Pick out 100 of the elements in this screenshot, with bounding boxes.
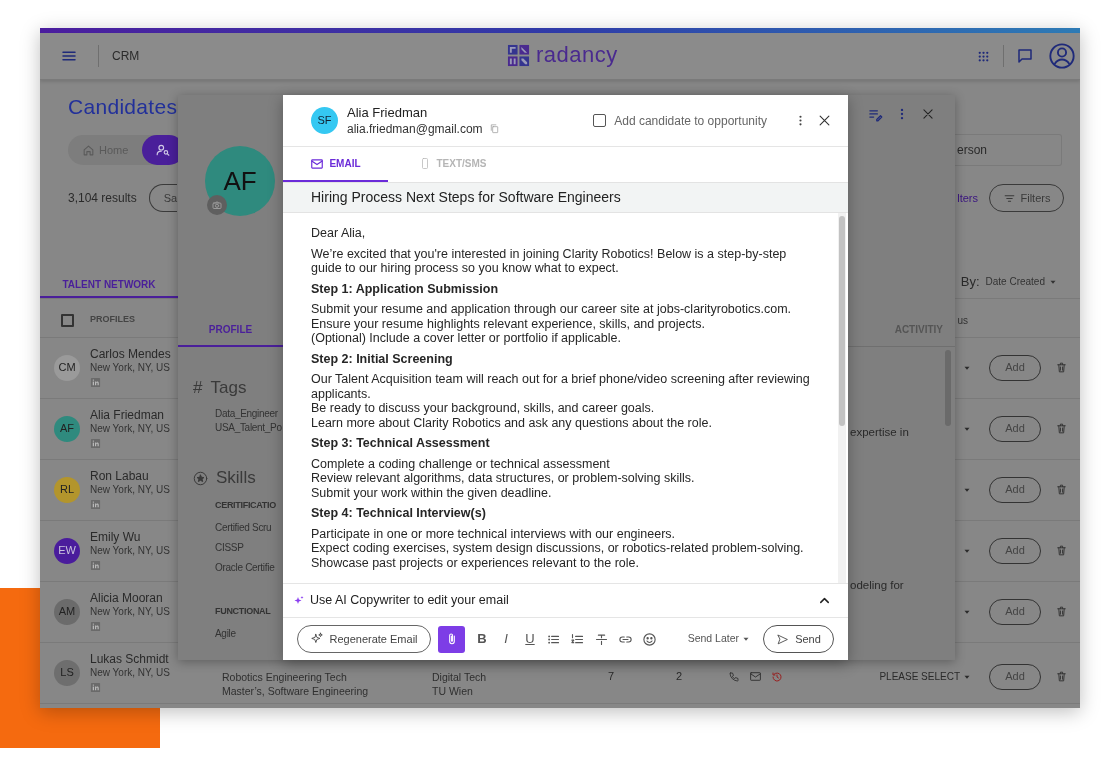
trash-icon[interactable] [1055, 483, 1068, 496]
email-text: Submit your resume and application through our career site at jobs-clarityrobotics.com. [311, 302, 793, 317]
strikethrough-icon[interactable] [594, 631, 609, 647]
trash-icon[interactable] [1055, 670, 1068, 683]
product-name: CRM [112, 48, 140, 65]
candidate-organization: Digital Tech [432, 669, 488, 684]
send-icon [776, 632, 790, 646]
avatar: LS [54, 659, 80, 686]
sparkle-icon [310, 632, 325, 646]
recipient-name: Alia Friedman [347, 104, 429, 121]
trash-icon[interactable] [1055, 605, 1068, 618]
checkbox[interactable] [593, 114, 607, 127]
status-text: PLEASE SELECT [879, 670, 960, 684]
tags-mark: # [193, 377, 203, 400]
subject-field[interactable]: Hiring Process Next Steps for Software Engineers [283, 182, 848, 213]
candidate-name[interactable]: Emily Wu [90, 530, 141, 544]
email-text: Expect coding exercises, system design discussions, or robotics-related problem-solving. [311, 541, 805, 556]
scrollbar[interactable] [839, 216, 845, 426]
select-all-checkbox[interactable] [61, 313, 74, 327]
star-circle-icon [193, 470, 208, 486]
camera-button[interactable] [207, 195, 227, 215]
sort-dropdown[interactable]: Date Created [985, 274, 1058, 290]
candidate-name[interactable]: Alicia Mooran [90, 591, 163, 605]
mail-icon[interactable] [749, 670, 762, 683]
candidate-name[interactable]: Lukas Schmidt [90, 652, 169, 666]
recipient-email: alia.friedman@gmail.com [347, 120, 483, 137]
avatar: SF [311, 107, 338, 134]
phone-icon[interactable] [728, 670, 740, 683]
email-text: Complete a coding challenge or technical assessment [311, 456, 611, 471]
linkedin-icon[interactable] [90, 377, 101, 388]
profile-avatar: AF [205, 146, 275, 216]
avatar: AM [54, 598, 80, 625]
email-text: We’re excited that you're interested in joining Clarity Robotics! Below is a step-by-step guide to our hiring process so you know what to expect. [311, 246, 788, 276]
skill-text: Certified Scru [215, 521, 272, 535]
linkedin-icon[interactable] [90, 621, 101, 632]
skill-group-title: CERITIFICATIO [215, 499, 276, 512]
skill-text: Oracle Certifie [215, 561, 275, 575]
clear-filters-link[interactable]: lters [957, 189, 978, 207]
linkedin-icon[interactable] [90, 560, 101, 571]
candidate-location: New York, NY, US [90, 361, 170, 375]
results-count: 3,104 results [68, 190, 137, 207]
logo-icon [507, 43, 530, 67]
candidate-name[interactable]: Alia Friedman [90, 408, 165, 422]
email-text: Learn more about Clarity Robotics and ask any questions about the role. [311, 415, 713, 430]
email-text: Be ready to discuss your background, skills, and career goals. [311, 401, 656, 416]
trash-icon[interactable] [1055, 361, 1068, 374]
email-heading: Step 1: Application Submission [311, 281, 500, 296]
person-search-icon [156, 143, 171, 157]
logo-text: radancy [536, 42, 618, 68]
skill-text: Agile [215, 627, 236, 641]
user-account-icon[interactable] [1048, 42, 1076, 70]
checkbox-label: Add candidate to opportunity [614, 112, 767, 130]
candidate-detail: Master’s, Software Engineering [222, 683, 370, 698]
email-text: Dear Alia, [311, 226, 367, 241]
emoji-icon[interactable] [642, 631, 657, 647]
trash-icon[interactable] [1055, 422, 1068, 435]
copy-icon[interactable] [488, 123, 500, 134]
email-heading: Step 3: Technical Assessment [311, 436, 491, 451]
email-heading: Step 2: Initial Screening [311, 351, 454, 366]
candidate-location: New York, NY, US [90, 666, 170, 680]
linkedin-icon[interactable] [90, 499, 101, 510]
section-title: Skills [216, 467, 256, 490]
email-text: Our Talent Acquisition team will reach out for a brief phone/video screening after reviewing applicants. [311, 372, 811, 401]
column-header: us [957, 313, 968, 328]
avatar: CM [54, 354, 80, 381]
email-heading: Step 4: Technical Interview(s) [311, 506, 487, 521]
chat-icon[interactable] [1016, 47, 1034, 65]
avatar: RL [54, 476, 80, 503]
profile-text: expertise in [850, 425, 909, 440]
sort-label: By: [960, 273, 980, 291]
close-icon[interactable] [817, 113, 832, 128]
candidate-name[interactable]: Ron Labau [90, 469, 149, 483]
page-title: Candidates [68, 94, 178, 120]
underline-button[interactable]: U [523, 629, 537, 649]
email-text: Showcase past projects or experiences relevant to the role. [311, 555, 640, 570]
send-later-dropdown[interactable]: Send Later [687, 631, 751, 647]
bold-button[interactable]: B [475, 629, 489, 649]
email-text: (Optional) Include a cover letter or portfolio if applicable. [311, 331, 622, 346]
status-dropdown[interactable]: PLEASE SELECT [879, 669, 972, 684]
count-value: 2 [676, 669, 684, 685]
candidate-name[interactable]: Carlos Mendes [90, 347, 171, 361]
linkedin-icon[interactable] [90, 682, 101, 693]
email-text: Ensure your resume highlights relevant experience, skills, and projects. [311, 316, 706, 331]
count-value: 7 [608, 669, 616, 685]
ai-copywriter-label[interactable]: Use AI Copywriter to edit your email [310, 591, 509, 610]
italic-button[interactable]: I [499, 629, 513, 649]
skill-group-title: FUNCTIONAL [215, 605, 271, 618]
text-sms-tab[interactable]: TEXT/SMS [388, 147, 518, 182]
candidate-location: New York, NY, US [90, 483, 170, 497]
trash-icon[interactable] [1055, 544, 1068, 557]
email-text: Review relevant algorithms, data structures, or problem-solving skills. [311, 471, 696, 486]
tag-text: USA_Talent_Po [215, 421, 282, 435]
skill-text: CISSP [215, 541, 244, 555]
candidate-location: New York, NY, US [90, 422, 170, 436]
linkedin-icon[interactable] [90, 438, 101, 449]
email-text: Participate in one or more technical interviews with our engineers. [311, 526, 677, 541]
history-icon[interactable] [771, 670, 783, 683]
attach-button[interactable] [438, 625, 465, 653]
tag-text: Data_Engineer [215, 407, 278, 421]
column-header: PROFILES [90, 313, 135, 327]
